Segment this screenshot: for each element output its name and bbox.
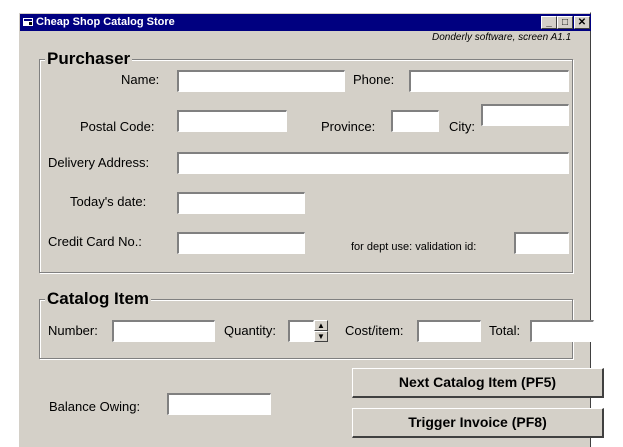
province-label: Province:	[321, 119, 376, 134]
cost-per-item-label: Cost/item:	[345, 323, 404, 338]
trigger-invoice-button[interactable]: Trigger Invoice (PF8)	[352, 408, 604, 438]
validation-id-label: for dept use: validation id:	[351, 241, 477, 253]
todays-date-input[interactable]	[177, 192, 305, 214]
postal-code-label: Postal Code:	[80, 119, 155, 134]
balance-owing-input[interactable]	[167, 393, 271, 415]
postal-code-input[interactable]	[177, 110, 287, 132]
phone-label: Phone:	[353, 72, 395, 87]
window-title: Cheap Shop Catalog Store	[36, 16, 175, 28]
validation-id-input[interactable]	[514, 232, 569, 254]
province-input[interactable]	[391, 110, 439, 132]
todays-date-label: Today's date:	[70, 194, 147, 209]
app-icon	[23, 18, 33, 26]
catalog-item-heading: Catalog Item	[45, 289, 152, 309]
purchaser-heading: Purchaser	[45, 49, 133, 69]
maximize-button[interactable]: □	[557, 16, 573, 29]
delivery-address-label: Delivery Address:	[48, 155, 150, 170]
total-input[interactable]	[530, 320, 594, 342]
name-label: Name:	[121, 72, 160, 87]
balance-owing-label: Balance Owing:	[49, 399, 141, 414]
total-label: Total:	[489, 323, 521, 338]
quantity-input[interactable]	[288, 320, 314, 342]
next-catalog-item-button[interactable]: Next Catalog Item (PF5)	[352, 368, 604, 398]
title-bar: Cheap Shop Catalog Store _ □ ✕	[20, 14, 591, 31]
spin-down-icon[interactable]: ▼	[314, 331, 328, 342]
credit-text: Donderly software, screen A1.1	[432, 32, 572, 43]
item-number-input[interactable]	[112, 320, 215, 342]
credit-card-label: Credit Card No.:	[48, 234, 142, 249]
minimize-button[interactable]: _	[541, 16, 557, 29]
quantity-stepper[interactable]: ▲ ▼	[314, 320, 328, 342]
delivery-address-input[interactable]	[177, 152, 569, 174]
city-input[interactable]	[481, 104, 569, 126]
item-number-label: Number:	[48, 323, 98, 338]
name-input[interactable]	[177, 70, 345, 92]
app-window: Cheap Shop Catalog Store _ □ ✕ Donderly …	[18, 12, 604, 447]
close-button[interactable]: ✕	[574, 16, 590, 29]
phone-input[interactable]	[409, 70, 569, 92]
city-label: City:	[449, 119, 475, 134]
credit-card-input[interactable]	[177, 232, 305, 254]
quantity-label: Quantity:	[224, 323, 277, 338]
spin-up-icon[interactable]: ▲	[314, 320, 328, 331]
cost-per-item-input[interactable]	[417, 320, 481, 342]
